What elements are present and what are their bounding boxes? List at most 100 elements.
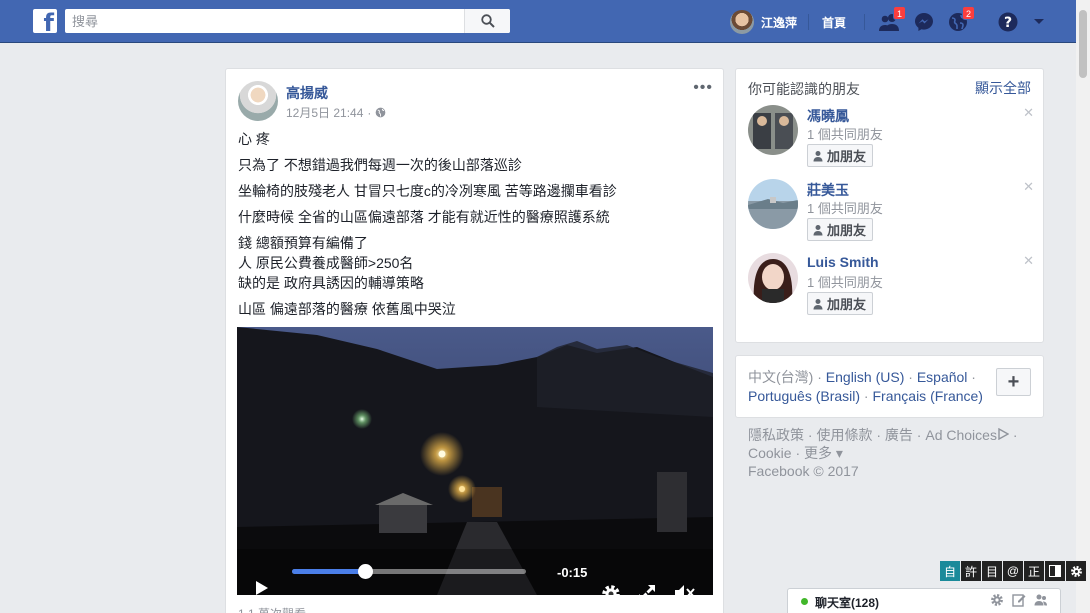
mutual-friends[interactable]: 1 個共同朋友	[807, 272, 883, 291]
separator: ·	[860, 388, 873, 404]
meta-separator: ·	[367, 105, 372, 120]
post-line: 什麼時候 全省的山區偏遠部落 才能有就近性的醫療照護系統	[238, 209, 610, 225]
gear-icon[interactable]	[990, 593, 1004, 607]
pymk-title: 你可能認識的朋友	[748, 81, 860, 97]
video-progress-bar[interactable]	[292, 564, 526, 579]
video-view-count: 1.1 萬次觀看	[238, 605, 306, 613]
ime-button[interactable]: @	[1003, 561, 1023, 581]
add-friend-label: 加朋友	[827, 149, 867, 164]
add-people-icon[interactable]	[1034, 593, 1048, 607]
friend-requests-badge: 1	[893, 6, 906, 20]
help-button[interactable]: ?	[995, 9, 1021, 35]
dismiss-suggestion-button[interactable]: ✕	[1023, 253, 1034, 269]
language-link-english[interactable]: English (US)	[826, 369, 905, 385]
half-square-icon	[1049, 565, 1061, 577]
compose-icon[interactable]	[1012, 593, 1026, 607]
video-controls: -0:15	[237, 549, 713, 595]
post-timestamp[interactable]: 12月5日 21:44	[286, 104, 363, 121]
friend-photo[interactable]	[748, 179, 798, 229]
ime-halfwidth-button[interactable]	[1045, 561, 1065, 581]
separator: ·	[904, 369, 917, 385]
search-box	[65, 9, 510, 33]
post-author-avatar[interactable]	[238, 81, 278, 121]
ime-button[interactable]: 許	[961, 561, 981, 581]
page-scrollbar[interactable]	[1076, 0, 1090, 613]
svg-text:?: ?	[1004, 15, 1012, 31]
friend-name[interactable]: 馮曉鳳	[807, 106, 849, 126]
ime-toolbar: 自 許 目 @ 正	[940, 561, 1086, 581]
language-link-french[interactable]: Français (France)	[873, 388, 983, 404]
search-button[interactable]	[464, 9, 510, 33]
plus-icon: +	[1007, 370, 1020, 393]
post-line: 錢 總額預算有編備了	[238, 235, 368, 251]
mutual-friends[interactable]: 1 個共同朋友	[807, 198, 883, 217]
post-line: 坐輪椅的肢殘老人 甘冒只七度c的冷冽寒風 苦等路邊攔車看診	[238, 183, 617, 199]
separator: ·	[967, 369, 976, 385]
video-progress-knob[interactable]	[357, 564, 373, 579]
friend-photo[interactable]	[748, 105, 798, 155]
language-current: 中文(台灣)	[748, 369, 814, 385]
people-you-may-know: 你可能認識的朋友 顯示全部 馮曉鳳 1 個共同朋友 加朋友 ✕ 莊美玉 1 個共…	[735, 68, 1044, 343]
privacy-link[interactable]: 隱私政策	[748, 427, 804, 443]
post-meta: 12月5日 21:44 ·	[286, 104, 386, 121]
post-line: 心 疼	[238, 131, 270, 147]
notifications-button[interactable]: 2	[945, 6, 975, 35]
more-languages-button[interactable]: +	[996, 368, 1031, 396]
feed-post: 高揚威 12月5日 21:44 · ••• 心 疼 只為了 不想錯過我們每週一次…	[225, 68, 724, 613]
ad-choices-icon	[998, 427, 1010, 441]
facebook-logo-icon[interactable]: f	[33, 9, 57, 33]
terms-link[interactable]: 使用條款	[816, 427, 872, 443]
post-text: 心 疼 只為了 不想錯過我們每週一次的後山部落巡診 坐輪椅的肢殘老人 甘冒只七度…	[238, 129, 713, 319]
post-options-button[interactable]: •••	[693, 79, 713, 97]
more-link[interactable]: 更多	[804, 445, 832, 461]
post-line: 缺的是 政府具誘因的輔導策略	[238, 275, 424, 291]
ime-button[interactable]: 目	[982, 561, 1002, 581]
friend-name[interactable]: 莊美玉	[807, 180, 849, 200]
language-link-portuguese[interactable]: Português (Brasil)	[748, 388, 860, 404]
see-all-link[interactable]: 顯示全部	[975, 78, 1031, 98]
avatar	[730, 10, 754, 34]
ads-link[interactable]: 廣告	[885, 427, 913, 443]
scrollbar-thumb[interactable]	[1079, 10, 1087, 78]
home-link[interactable]: 首頁	[822, 14, 846, 31]
add-friend-button[interactable]: 加朋友	[807, 144, 874, 167]
video-progress-fill	[292, 569, 365, 574]
video-time-remaining: -0:15	[557, 565, 588, 580]
account-menu-button[interactable]	[1026, 9, 1052, 35]
speaker-muted-icon	[675, 585, 695, 595]
expand-icon	[639, 585, 655, 595]
ime-mode-button[interactable]: 自	[940, 561, 960, 581]
messages-button[interactable]	[911, 9, 937, 35]
friend-requests-button[interactable]: 1	[876, 6, 906, 35]
language-list: 中文(台灣) · English (US) · Español · Portug…	[748, 368, 998, 406]
globe-icon	[376, 107, 386, 118]
dismiss-suggestion-button[interactable]: ✕	[1023, 179, 1034, 195]
ad-choices-link[interactable]: Ad Choices	[925, 427, 997, 443]
add-friend-label: 加朋友	[827, 297, 867, 312]
nav-divider	[808, 14, 809, 30]
add-friend-button[interactable]: 加朋友	[807, 218, 874, 241]
separator: ·	[813, 369, 826, 385]
video-player[interactable]: -0:15	[237, 327, 713, 595]
post-line: 只為了 不想錯過我們每週一次的後山部落巡診	[238, 157, 522, 173]
search-input[interactable]	[65, 9, 463, 33]
gear-icon	[602, 585, 620, 595]
chat-sidebar-tab[interactable]: 聊天室(128)	[787, 588, 1061, 613]
mutual-friends[interactable]: 1 個共同朋友	[807, 124, 883, 143]
ime-settings-button[interactable]	[1066, 561, 1086, 581]
ime-button[interactable]: 正	[1024, 561, 1044, 581]
profile-link[interactable]: 江逸萍	[730, 10, 797, 34]
user-name: 江逸萍	[761, 15, 798, 30]
add-friend-button[interactable]: 加朋友	[807, 292, 874, 315]
dismiss-suggestion-button[interactable]: ✕	[1023, 105, 1034, 121]
language-link-spanish[interactable]: Español	[917, 369, 968, 385]
chat-label: 聊天室(128)	[815, 596, 880, 610]
friend-photo[interactable]	[748, 253, 798, 303]
cookie-link[interactable]: Cookie	[748, 445, 792, 461]
post-author-name[interactable]: 高揚威	[286, 83, 328, 103]
nav-divider	[864, 14, 865, 30]
page-footer: 隱私政策 · 使用條款 · 廣告 · Ad Choices · Cookie ·…	[748, 427, 1018, 479]
friend-name[interactable]: Luis Smith	[807, 254, 879, 270]
add-friend-label: 加朋友	[827, 223, 867, 238]
messenger-icon	[915, 13, 933, 31]
